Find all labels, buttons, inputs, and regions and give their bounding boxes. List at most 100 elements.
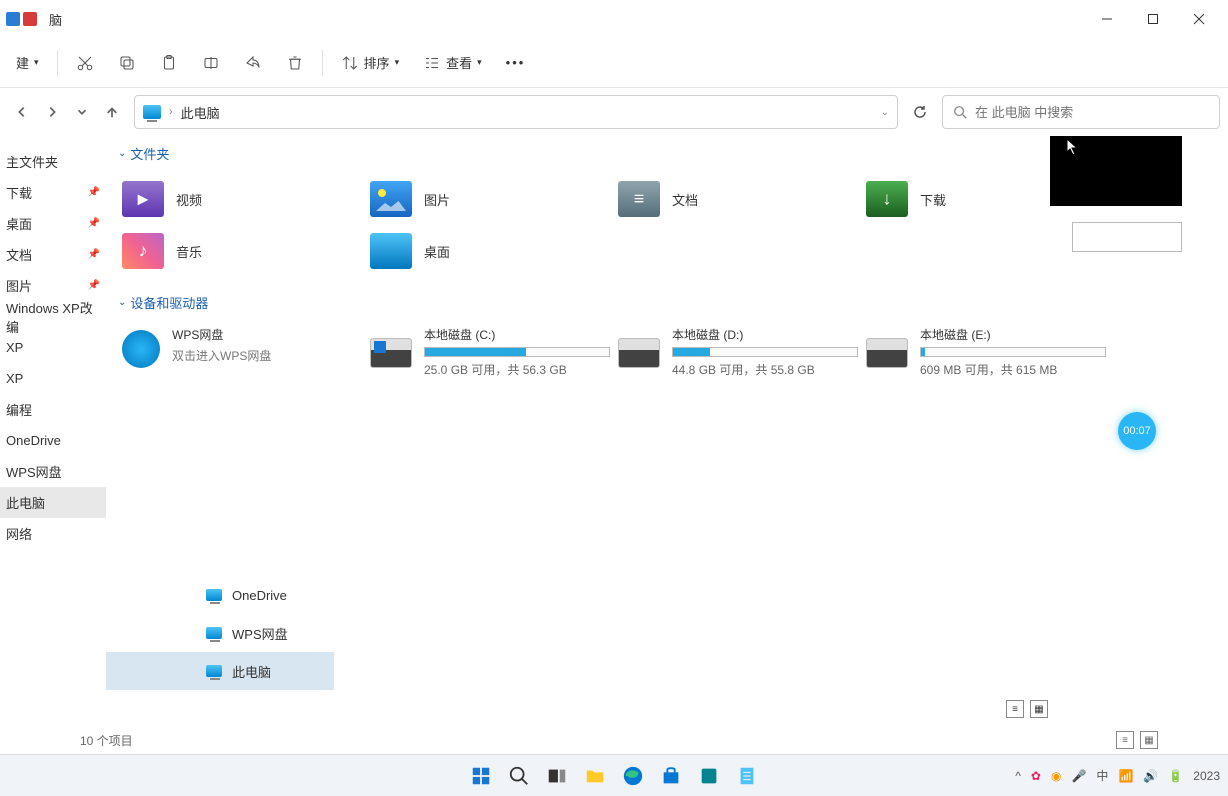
drive-name: 本地磁盘 (D:) (672, 326, 858, 343)
sort-button[interactable]: 排序▾ (331, 44, 410, 82)
wifi-icon[interactable]: 📶 (1118, 769, 1133, 783)
refresh-button[interactable] (906, 98, 934, 126)
sidebar-item[interactable]: 主文件夹 (0, 146, 106, 177)
delete-button[interactable] (276, 44, 314, 82)
sidebar-item[interactable]: 网络 (0, 518, 106, 549)
drive-free-text: 44.8 GB 可用，共 55.8 GB (672, 361, 858, 378)
clock-year[interactable]: 2023 (1193, 769, 1220, 783)
secondary-nav-pane: OneDriveWPS网盘此电脑 (106, 576, 334, 726)
overlay-box (1072, 222, 1182, 252)
chevron-down-icon: ⌄ (118, 297, 126, 308)
sidebar-item[interactable]: WPS网盘 (0, 456, 106, 487)
grid-view-button[interactable]: ▦ (1140, 731, 1158, 749)
drive-name: 本地磁盘 (E:) (920, 326, 1106, 343)
breadcrumb-sep: › (169, 106, 173, 118)
forward-button[interactable] (38, 98, 66, 126)
sidebar-item[interactable]: 桌面📌 (0, 208, 106, 239)
nav-tree-item[interactable]: 此电脑 (106, 652, 334, 690)
paste-button[interactable] (150, 44, 188, 82)
breadcrumb[interactable]: 此电脑 (181, 103, 873, 122)
drive-subtitle: 双击进入WPS网盘 (172, 347, 362, 364)
sidebar-item[interactable]: 编程 (0, 394, 106, 425)
item-count: 10 个项目 (80, 732, 133, 749)
app-taskbar-icon[interactable] (696, 763, 722, 789)
tray-icon[interactable]: ✿ (1031, 769, 1041, 783)
drives-section-header[interactable]: ⌄设备和驱动器 (118, 293, 1216, 312)
app-icons (6, 12, 37, 26)
main-content: ⌄文件夹 视频图片文档下载音乐桌面 ⌄设备和驱动器 WPS网盘双击进入WPS网盘… (106, 136, 1228, 726)
folder-item[interactable]: 视频 (118, 173, 366, 225)
folder-label: 文档 (672, 190, 698, 209)
battery-icon[interactable]: 🔋 (1168, 769, 1183, 783)
notepad-taskbar-icon[interactable] (734, 763, 760, 789)
sidebar: 主文件夹下载📌桌面📌文档📌图片📌Windows XP改编XPXP编程OneDri… (0, 136, 106, 726)
nav-row: › 此电脑 ⌄ (0, 88, 1228, 136)
drive-item[interactable]: WPS网盘双击进入WPS网盘 (118, 322, 366, 382)
folder-label: 下载 (920, 190, 946, 209)
start-button[interactable] (468, 763, 494, 789)
drive-icon (618, 338, 660, 368)
sidebar-item[interactable]: 下载📌 (0, 177, 106, 208)
back-button[interactable] (8, 98, 36, 126)
folder-item[interactable]: 文档 (614, 173, 862, 225)
folder-item[interactable]: 音乐 (118, 225, 366, 277)
sidebar-item[interactable]: OneDrive (0, 425, 106, 456)
rename-button[interactable] (192, 44, 230, 82)
sidebar-item[interactable]: 图片📌 (0, 270, 106, 301)
sidebar-item[interactable]: 文档📌 (0, 239, 106, 270)
edge-taskbar-icon[interactable] (620, 763, 646, 789)
pc-icon (206, 627, 222, 639)
details-view-button[interactable]: ≡ (1006, 700, 1024, 718)
nav-tree-item[interactable]: WPS网盘 (106, 614, 334, 652)
drive-item[interactable]: 本地磁盘 (E:)609 MB 可用，共 615 MB (862, 322, 1110, 382)
sidebar-item[interactable]: XP (0, 332, 106, 363)
sidebar-item[interactable]: 此电脑 (0, 487, 106, 518)
view-button[interactable]: 查看▾ (413, 44, 492, 82)
maximize-button[interactable] (1130, 3, 1176, 35)
copy-button[interactable] (108, 44, 146, 82)
search-icon (953, 105, 967, 119)
toolbar: 建▾ 排序▾ 查看▾ ••• (0, 38, 1228, 88)
search-input[interactable] (975, 105, 1209, 120)
folder-item[interactable]: 桌面 (366, 225, 614, 277)
microphone-icon[interactable]: 🎤 (1071, 769, 1086, 783)
search-bar[interactable] (942, 95, 1220, 129)
new-button[interactable]: 建▾ (6, 44, 49, 82)
explorer-taskbar-icon[interactable] (582, 763, 608, 789)
close-button[interactable] (1176, 3, 1222, 35)
up-button[interactable] (98, 98, 126, 126)
grid-view-button[interactable]: ▦ (1030, 700, 1048, 718)
tray-chevron-icon[interactable]: ^ (1015, 769, 1021, 783)
recent-dropdown[interactable] (68, 98, 96, 126)
search-taskbar-button[interactable] (506, 763, 532, 789)
folder-icon (370, 181, 412, 217)
drive-item[interactable]: 本地磁盘 (C:)25.0 GB 可用，共 56.3 GB (366, 322, 614, 382)
minimize-button[interactable] (1084, 3, 1130, 35)
share-button[interactable] (234, 44, 272, 82)
titlebar: 脑 (0, 0, 1228, 38)
sidebar-item[interactable]: Windows XP改编 (0, 301, 106, 332)
cut-button[interactable] (66, 44, 104, 82)
drive-name: WPS网盘 (172, 326, 362, 343)
sidebar-item[interactable]: XP (0, 363, 106, 394)
more-button[interactable]: ••• (496, 44, 536, 82)
chevron-down-icon[interactable]: ⌄ (881, 107, 889, 118)
taskview-button[interactable] (544, 763, 570, 789)
volume-icon[interactable]: 🔊 (1143, 769, 1158, 783)
drive-name: 本地磁盘 (C:) (424, 326, 610, 343)
window-title: 脑 (49, 10, 62, 29)
pin-icon: 📌 (88, 187, 100, 198)
details-view-button[interactable]: ≡ (1116, 731, 1134, 749)
store-taskbar-icon[interactable] (658, 763, 684, 789)
address-bar[interactable]: › 此电脑 ⌄ (134, 95, 898, 129)
drive-icon (370, 338, 412, 368)
drive-item[interactable]: 本地磁盘 (D:) 44.8 GB 可用，共 55.8 GB (614, 322, 862, 382)
system-tray[interactable]: ^ ✿ ◉ 🎤 中 📶 🔊 🔋 2023 (1015, 767, 1220, 784)
folder-icon (370, 233, 412, 269)
folder-icon (122, 233, 164, 269)
tray-icon[interactable]: ◉ (1051, 769, 1061, 783)
ime-indicator[interactable]: 中 (1096, 767, 1108, 784)
nav-tree-item[interactable]: OneDrive (106, 576, 334, 614)
pin-icon: 📌 (88, 249, 100, 260)
folder-item[interactable]: 图片 (366, 173, 614, 225)
